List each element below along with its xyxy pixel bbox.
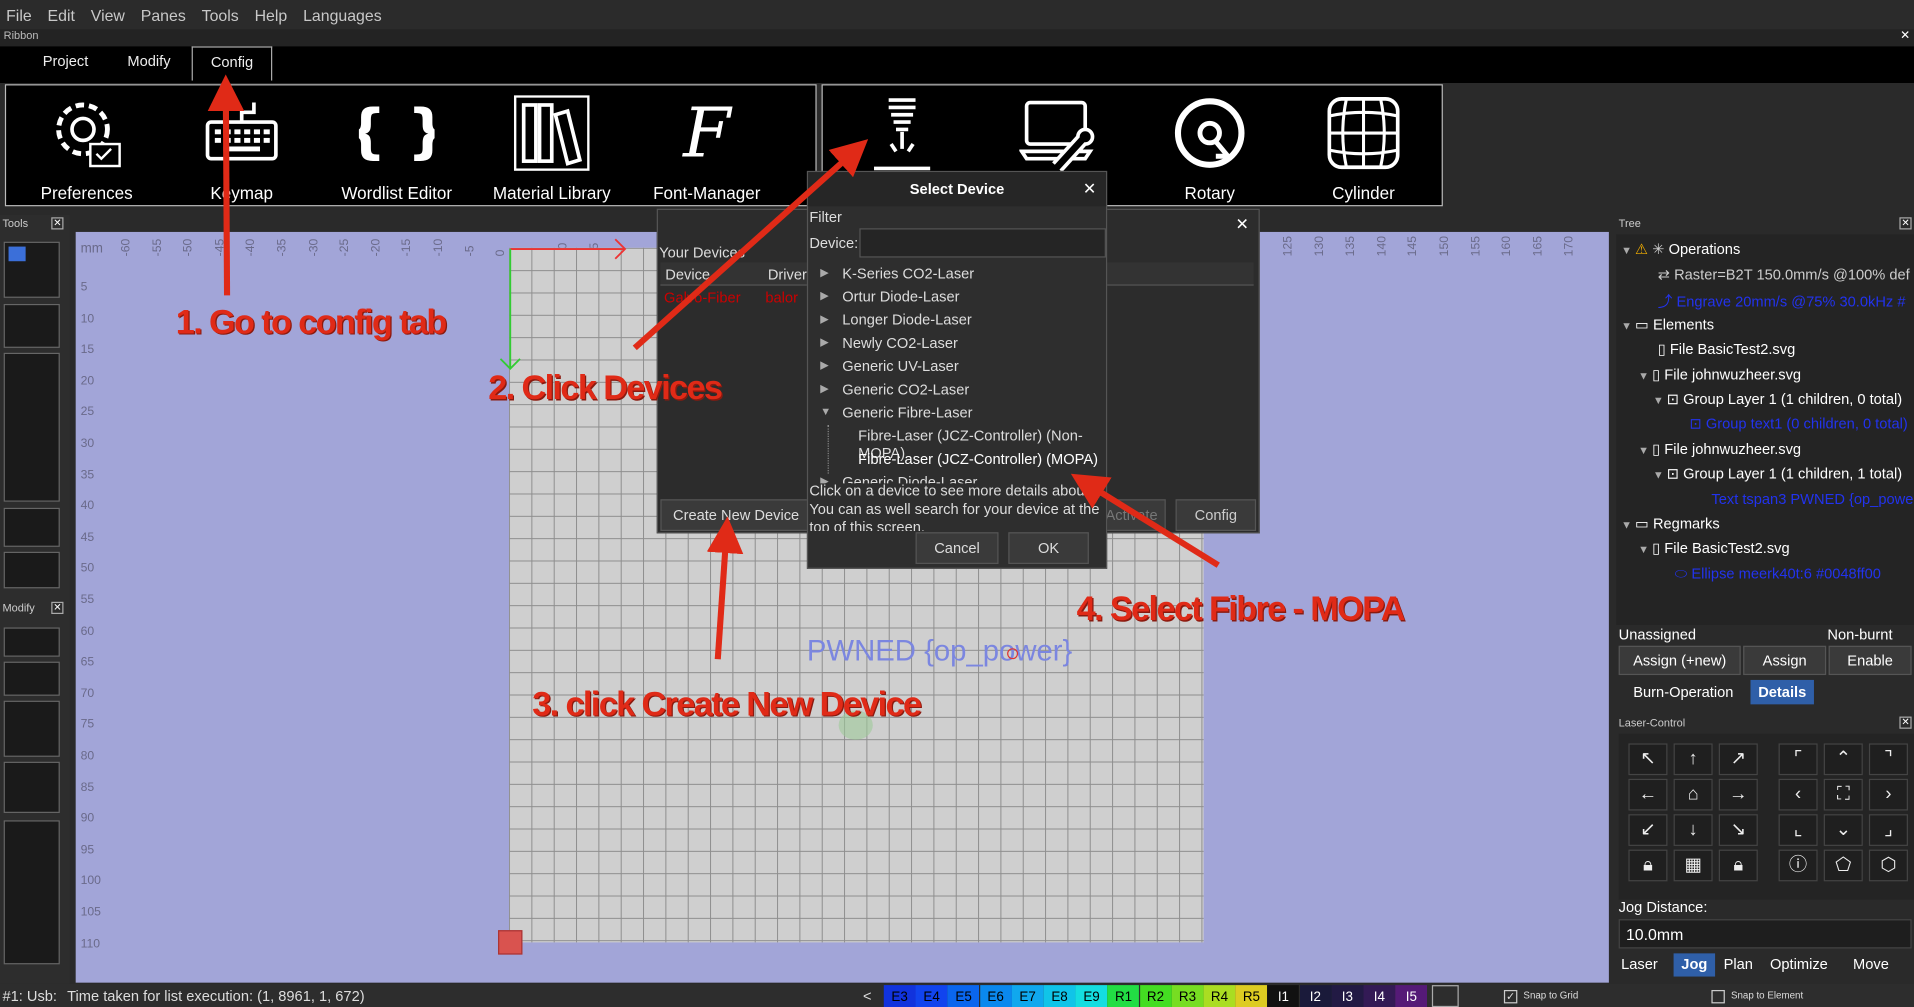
- annotation-step-3: 3. click Create New Device: [532, 684, 922, 723]
- app-window: File Edit View Panes Tools Help Language…: [0, 0, 1914, 1007]
- annotation-step-1: 1. Go to config tab: [175, 302, 447, 341]
- annotation-arrows: [207, 74, 1220, 660]
- annotation-step-2: 2. Click Devices: [488, 368, 723, 407]
- annotation-step-4: 4. Select Fibre - MOPA: [1076, 589, 1406, 628]
